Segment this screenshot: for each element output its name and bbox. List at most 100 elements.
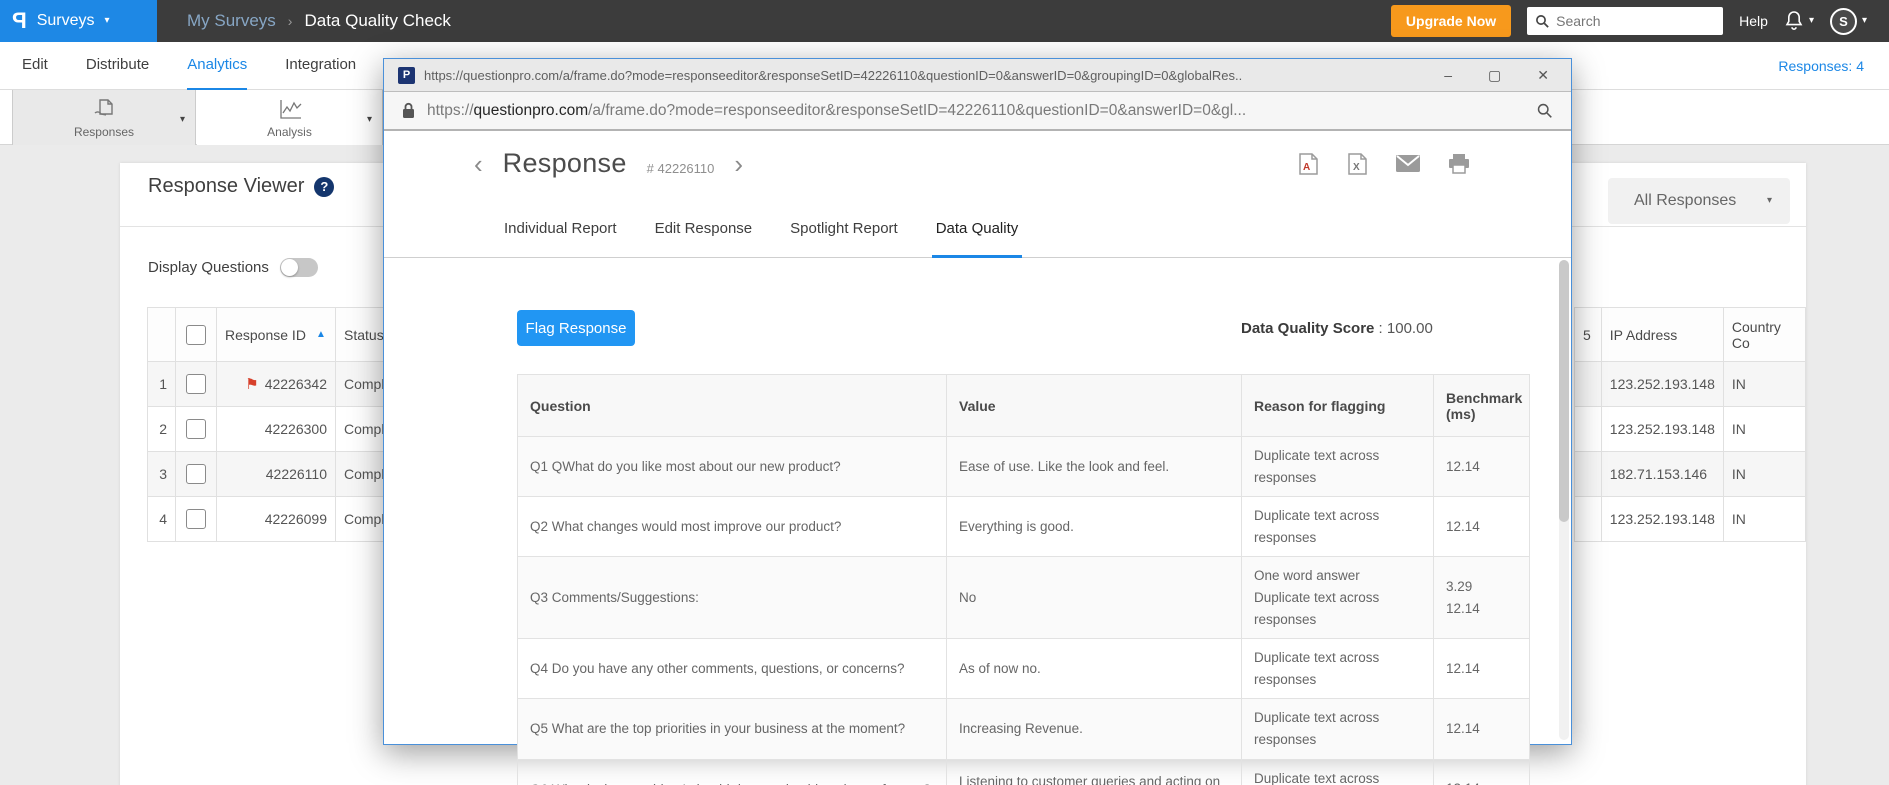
display-questions-label: Display Questions — [148, 259, 269, 276]
reason-cell: Duplicate text across responses — [1242, 497, 1434, 557]
email-icon[interactable] — [1395, 154, 1421, 173]
reason-cell: Duplicate text across responses — [1242, 699, 1434, 759]
responses-count-badge: Responses: 4 — [1778, 58, 1864, 74]
response-title: Response — [503, 148, 627, 179]
product-switcher[interactable]: P Surveys ▾ — [0, 0, 157, 42]
account-menu[interactable]: S ▾ — [1830, 8, 1867, 35]
zoom-search-icon[interactable] — [1536, 102, 1553, 119]
value-cell: Listening to customer queries and acting… — [947, 759, 1242, 785]
print-icon[interactable] — [1447, 153, 1471, 175]
benchmark-header: Benchmark (ms) — [1434, 375, 1530, 437]
minimize-button[interactable]: – — [1444, 68, 1452, 82]
breadcrumb-separator-icon: › — [288, 13, 293, 29]
ip-address-cell: 182.71.153.146 — [1601, 452, 1723, 497]
rownum-header — [148, 308, 176, 362]
tab-edit[interactable]: Edit — [22, 42, 48, 90]
top-navbar: P Surveys ▾ My Surveys › Data Quality Ch… — [0, 0, 1889, 42]
questionpro-favicon-icon: P — [398, 67, 415, 84]
value-cell: No — [947, 557, 1242, 639]
search-input[interactable] — [1556, 13, 1715, 29]
tab-integration[interactable]: Integration — [285, 42, 356, 90]
value-cell: Increasing Revenue. — [947, 699, 1242, 759]
quality-row: Q6 What is the one thing I should do to … — [518, 759, 1530, 785]
chevron-down-icon: ▾ — [1862, 16, 1867, 26]
chevron-down-icon: ▾ — [104, 16, 109, 26]
ip-address-header[interactable]: IP Address — [1601, 308, 1723, 362]
popup-title-url: https://questionpro.com/a/frame.do?mode=… — [424, 68, 1427, 83]
responses-tool-button[interactable]: Responses ▾ — [12, 90, 196, 145]
all-responses-dropdown[interactable]: All Responses ▾ — [1608, 178, 1790, 224]
select-all-checkbox[interactable] — [186, 325, 206, 345]
response-id-header[interactable]: Response ID▲ — [217, 308, 336, 362]
quality-row: Q1 QWhat do you like most about our new … — [518, 437, 1530, 497]
responses-document-icon — [91, 97, 117, 123]
tab-edit-response[interactable]: Edit Response — [655, 220, 753, 257]
tab-analytics[interactable]: Analytics — [187, 42, 247, 90]
tab-distribute[interactable]: Distribute — [86, 42, 149, 90]
quality-row: Q4 Do you have any other comments, quest… — [518, 639, 1530, 699]
row-checkbox[interactable] — [186, 374, 206, 394]
truncated-cell — [1575, 407, 1602, 452]
reason-cell: Duplicate text across responses — [1242, 437, 1434, 497]
app-root: P Surveys ▾ My Surveys › Data Quality Ch… — [0, 0, 1889, 785]
question-cell: Q4 Do you have any other comments, quest… — [518, 639, 947, 699]
value-cell: Everything is good. — [947, 497, 1242, 557]
response-id-link[interactable]: ⚑42226342 — [217, 362, 336, 407]
tab-individual-report[interactable]: Individual Report — [504, 220, 617, 257]
address-url: https://questionpro.com/a/frame.do?mode=… — [427, 102, 1524, 120]
help-link[interactable]: Help — [1739, 13, 1768, 29]
upgrade-now-button[interactable]: Upgrade Now — [1391, 5, 1511, 37]
country-code-cell: IN — [1723, 407, 1805, 452]
chevron-down-icon: ▾ — [1809, 16, 1814, 26]
popup-tabs: Individual Report Edit Response Spotligh… — [384, 196, 1571, 258]
response-row-right: 123.252.193.148 IN — [1575, 362, 1806, 407]
help-icon[interactable]: ? — [314, 177, 334, 197]
data-quality-panel: Flag Response Data Quality Score : 100.0… — [384, 258, 1571, 744]
breadcrumb: My Surveys › Data Quality Check — [187, 11, 451, 31]
tab-spotlight-report[interactable]: Spotlight Report — [790, 220, 898, 257]
display-questions-toggle[interactable] — [280, 258, 318, 277]
response-id-link[interactable]: 42226300 — [217, 407, 336, 452]
reason-cell: Duplicate text across responses — [1242, 639, 1434, 699]
scrollbar-track[interactable] — [1559, 260, 1569, 740]
country-code-cell: IN — [1723, 362, 1805, 407]
toggle-knob — [281, 259, 298, 276]
popup-actions: A X — [1297, 131, 1471, 196]
previous-response-button[interactable]: ‹ — [474, 151, 483, 177]
ip-address-cell: 123.252.193.148 — [1601, 362, 1723, 407]
svg-text:X: X — [1353, 162, 1360, 173]
flag-icon: ⚑ — [245, 376, 258, 393]
export-pdf-icon[interactable]: A — [1297, 152, 1320, 176]
scrollbar-thumb[interactable] — [1559, 260, 1569, 522]
row-checkbox[interactable] — [186, 464, 206, 484]
analysis-tool-button[interactable]: Analysis ▾ — [197, 90, 383, 145]
ip-address-cell: 123.252.193.148 — [1601, 407, 1723, 452]
benchmark-cell: 3.2912.14 — [1434, 557, 1530, 639]
global-search[interactable] — [1527, 7, 1723, 35]
question-cell: Q2 What changes would most improve our p… — [518, 497, 947, 557]
row-number: 1 — [148, 362, 176, 407]
row-checkbox[interactable] — [186, 419, 206, 439]
truncated-column-header: 5 — [1575, 308, 1602, 362]
next-response-button[interactable]: › — [734, 151, 743, 177]
avatar: S — [1830, 8, 1857, 35]
response-id-link[interactable]: 42226099 — [217, 497, 336, 542]
bell-icon — [1784, 10, 1804, 32]
close-button[interactable]: ✕ — [1537, 68, 1549, 82]
score-label: Data Quality Score — [1241, 320, 1374, 337]
notifications-menu[interactable]: ▾ — [1784, 10, 1814, 32]
export-excel-icon[interactable]: X — [1346, 152, 1369, 176]
row-checkbox[interactable] — [186, 509, 206, 529]
flag-response-button[interactable]: Flag Response — [517, 310, 635, 346]
popup-address-bar[interactable]: https://questionpro.com/a/frame.do?mode=… — [384, 92, 1571, 131]
response-id-link[interactable]: 42226110 — [217, 452, 336, 497]
popup-titlebar[interactable]: P https://questionpro.com/a/frame.do?mod… — [384, 59, 1571, 92]
maximize-button[interactable]: ▢ — [1488, 68, 1501, 82]
tab-data-quality[interactable]: Data Quality — [936, 220, 1019, 257]
popup-header: ‹ Response # 42226110 › A X — [384, 131, 1571, 196]
question-cell: Q6 What is the one thing I should do to … — [518, 759, 947, 785]
breadcrumb-my-surveys[interactable]: My Surveys — [187, 11, 276, 31]
select-all-header — [176, 308, 217, 362]
country-code-header[interactable]: Country Co — [1723, 308, 1805, 362]
search-icon — [1535, 14, 1550, 29]
